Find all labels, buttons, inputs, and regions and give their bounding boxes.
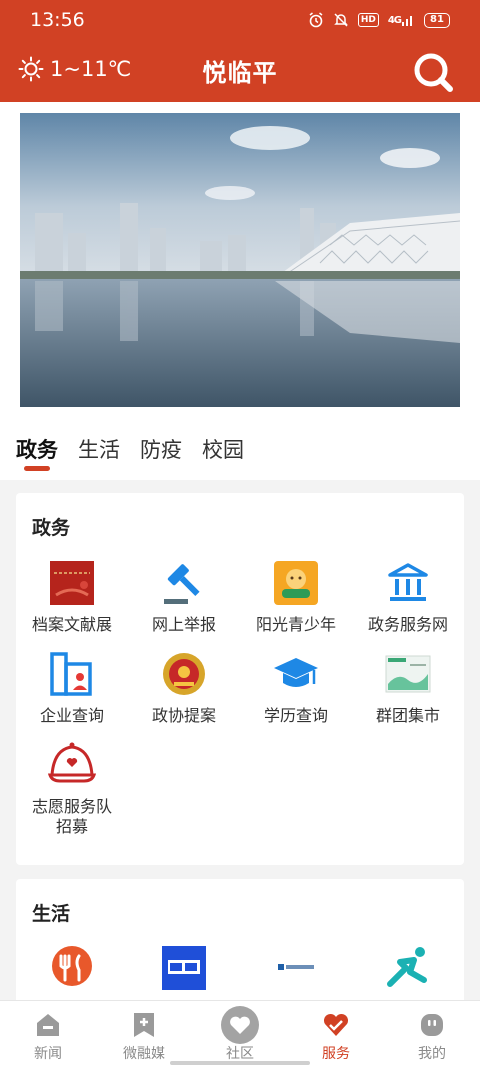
cppcc-emblem-icon [163,653,205,695]
nav-news[interactable]: 新闻 [0,1001,96,1067]
grid-item-archive-exhibition[interactable]: 档案文献展 [16,559,128,635]
grid-item-dining[interactable] [16,944,128,992]
grid-item-environment[interactable] [240,944,352,992]
grid-label: 阳光青少年 [255,615,336,634]
app-title: 悦临平 [202,59,278,87]
tab-campus[interactable]: 校园 [202,434,244,464]
nav-label: 我的 [418,1046,446,1062]
grid-label: 企业查询 [39,706,104,725]
hd-badge: HD [357,13,379,27]
grid-label: 网上举报 [151,615,216,634]
archive-exhibition-icon [50,561,94,605]
nav-label: 服务 [322,1046,350,1062]
government-building-icon [388,563,428,601]
grid-label: 志愿服务队招募 [32,797,113,836]
life-section: 生活 [16,879,464,1019]
community-heart-icon [221,1006,259,1044]
grid-item-volunteer-recruitment[interactable]: 志愿服务队招募 [16,741,128,837]
bookmark-plus-icon [134,1013,154,1037]
catering-icon [162,946,206,990]
app-screen: 13:56 HD 4G 81 1~11℃ 悦临平 政务 生活 防疫 校园 政务 … [0,0,480,1067]
bottom-navigation: 新闻 微融媒 社区 服务 我的 [0,1000,480,1067]
service-heart-icon [323,1013,349,1036]
mute-bell-icon [333,12,349,28]
grid-label: 政务服务网 [367,615,448,634]
dining-icon [52,946,92,986]
news-icon [37,1014,59,1036]
tab-government[interactable]: 政务 [16,434,58,464]
tab-epidemic-prevention[interactable]: 防疫 [140,434,182,464]
nav-micro-media[interactable]: 微融媒 [96,1001,192,1067]
grid-item-government-service-network[interactable]: 政务服务网 [352,559,464,635]
nav-profile[interactable]: 我的 [384,1001,480,1067]
section-title: 政务 [32,517,71,539]
grid-item-group-market[interactable]: 群团集市 [352,650,464,726]
gavel-icon [164,564,200,604]
grid-item-online-report[interactable]: 网上举报 [128,559,240,635]
grid-label: 政协提案 [151,706,216,725]
grid-item-education-query[interactable]: 学历查询 [240,650,352,726]
active-tab-indicator [24,466,50,471]
grid-item-catering[interactable] [128,944,240,992]
market-icon [385,655,431,693]
profile-icon [421,1014,443,1036]
battery-indicator: 81 [424,12,450,28]
nav-label: 新闻 [34,1046,62,1062]
graduation-cap-icon [274,658,318,687]
grid-label: 档案文献展 [31,615,112,634]
grid-label: 群团集市 [375,706,440,725]
grid-label: 学历查询 [263,706,328,725]
banner-illustration [20,113,460,407]
grid-item-enterprise-query[interactable]: 企业查询 [16,650,128,726]
volunteer-cap-icon [48,742,96,783]
status-bar: 13:56 HD 4G 81 [0,0,480,40]
search-button[interactable] [410,49,456,95]
grid-item-sunshine-youth[interactable]: 阳光青少年 [240,559,352,635]
status-time: 13:56 [30,9,85,31]
grid-item-sports[interactable] [352,944,464,992]
sports-icon [387,947,427,987]
government-section: 政务 档案文献展 网上举报 阳光青少年 政务服务网 企业查询 政协提案 学历查询… [16,493,464,865]
app-header: 13:56 HD 4G 81 1~11℃ 悦临平 [0,0,480,102]
nav-label: 社区 [226,1046,254,1062]
signal-icon: 4G [388,13,415,27]
alarm-icon [308,12,324,28]
nav-label: 微融媒 [123,1046,165,1062]
section-title: 生活 [32,903,71,925]
enterprise-icon [50,652,92,696]
status-icons: HD 4G 81 [308,12,450,28]
category-tabs: 政务 生活 防疫 校园 [16,434,264,464]
youth-icon [274,561,318,605]
nav-service[interactable]: 服务 [288,1001,384,1067]
app-bar: 1~11℃ 悦临平 [0,44,480,98]
signal-label: 4G [387,14,402,26]
home-indicator[interactable] [170,1061,310,1065]
grid-item-cppcc-proposal[interactable]: 政协提案 [128,650,240,726]
tab-life[interactable]: 生活 [78,434,120,464]
nav-community[interactable]: 社区 [192,1001,288,1067]
environment-icon [278,964,314,970]
search-icon [414,53,453,92]
banner-image[interactable] [20,113,460,407]
